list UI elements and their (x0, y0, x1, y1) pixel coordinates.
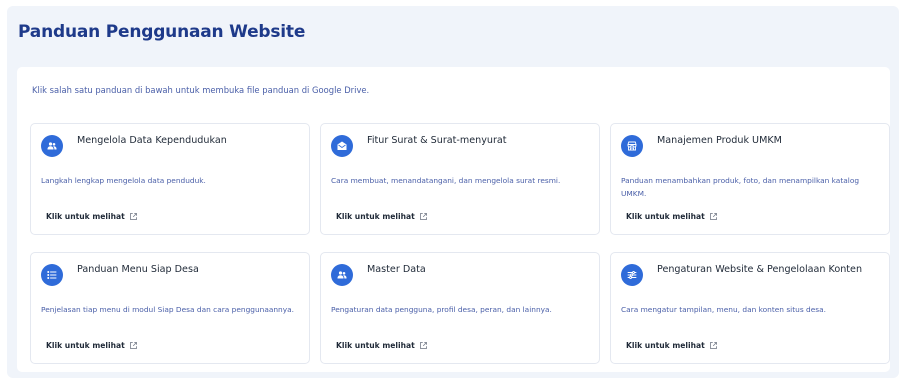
intro-text: Klik salah satu panduan di bawah untuk m… (32, 85, 370, 95)
mail-icon (331, 135, 353, 157)
link-label: Klik untuk melihat (46, 341, 125, 350)
link-label: Klik untuk melihat (336, 341, 415, 350)
card-description: Panduan menambahkan produk, foto, dan me… (621, 176, 860, 198)
external-link-icon (129, 342, 137, 349)
external-link-icon (129, 213, 137, 220)
panel-header: Panduan Penggunaan Website (7, 6, 899, 58)
card-description: Cara mengatur tampilan, menu, dan konten… (621, 305, 826, 314)
guide-card-surat[interactable]: Fitur Surat & Surat-menyurat Cara membua… (320, 123, 600, 235)
link-label: Klik untuk melihat (46, 212, 125, 221)
external-link-icon (419, 213, 427, 220)
open-guide-link[interactable]: Klik untuk melihat (336, 212, 428, 221)
guide-panel: Panduan Penggunaan Website Klik salah sa… (7, 6, 899, 378)
link-label: Klik untuk melihat (626, 341, 705, 350)
users-icon (331, 264, 353, 286)
card-description: Langkah lengkap mengelola data penduduk. (41, 176, 206, 185)
guide-card-umkm[interactable]: Manajemen Produk UMKM Panduan menambahka… (610, 123, 890, 235)
external-link-icon (419, 342, 427, 349)
store-icon (621, 135, 643, 157)
open-guide-link[interactable]: Klik untuk melihat (46, 341, 138, 350)
external-link-icon (709, 342, 717, 349)
external-link-icon (709, 213, 717, 220)
card-description: Pengaturan data pengguna, profil desa, p… (331, 305, 552, 314)
users-icon (41, 135, 63, 157)
guide-content: Klik salah satu panduan di bawah untuk m… (17, 67, 890, 372)
card-title: Pengaturan Website & Pengelolaan Konten (657, 264, 863, 275)
guide-card-master-data[interactable]: Master Data Pengaturan data pengguna, pr… (320, 252, 600, 364)
guide-card-kependudukan[interactable]: Mengelola Data Kependudukan Langkah leng… (30, 123, 310, 235)
card-title: Panduan Menu Siap Desa (77, 264, 199, 275)
open-guide-link[interactable]: Klik untuk melihat (626, 341, 718, 350)
card-title: Mengelola Data Kependudukan (77, 135, 227, 146)
open-guide-link[interactable]: Klik untuk melihat (46, 212, 138, 221)
link-label: Klik untuk melihat (336, 212, 415, 221)
open-guide-link[interactable]: Klik untuk melihat (336, 341, 428, 350)
list-icon (41, 264, 63, 286)
card-title: Manajemen Produk UMKM (657, 135, 782, 146)
sliders-icon (621, 264, 643, 286)
open-guide-link[interactable]: Klik untuk melihat (626, 212, 718, 221)
card-title: Fitur Surat & Surat-menyurat (367, 135, 507, 146)
guide-card-website-konten[interactable]: Pengaturan Website & Pengelolaan Konten … (610, 252, 890, 364)
page-title: Panduan Penggunaan Website (18, 22, 306, 42)
link-label: Klik untuk melihat (626, 212, 705, 221)
card-description: Cara membuat, menandatangani, dan mengel… (331, 176, 561, 185)
card-description: Penjelasan tiap menu di modul Siap Desa … (41, 305, 294, 314)
card-title: Master Data (367, 264, 426, 275)
guide-card-siap-desa[interactable]: Panduan Menu Siap Desa Penjelasan tiap m… (30, 252, 310, 364)
